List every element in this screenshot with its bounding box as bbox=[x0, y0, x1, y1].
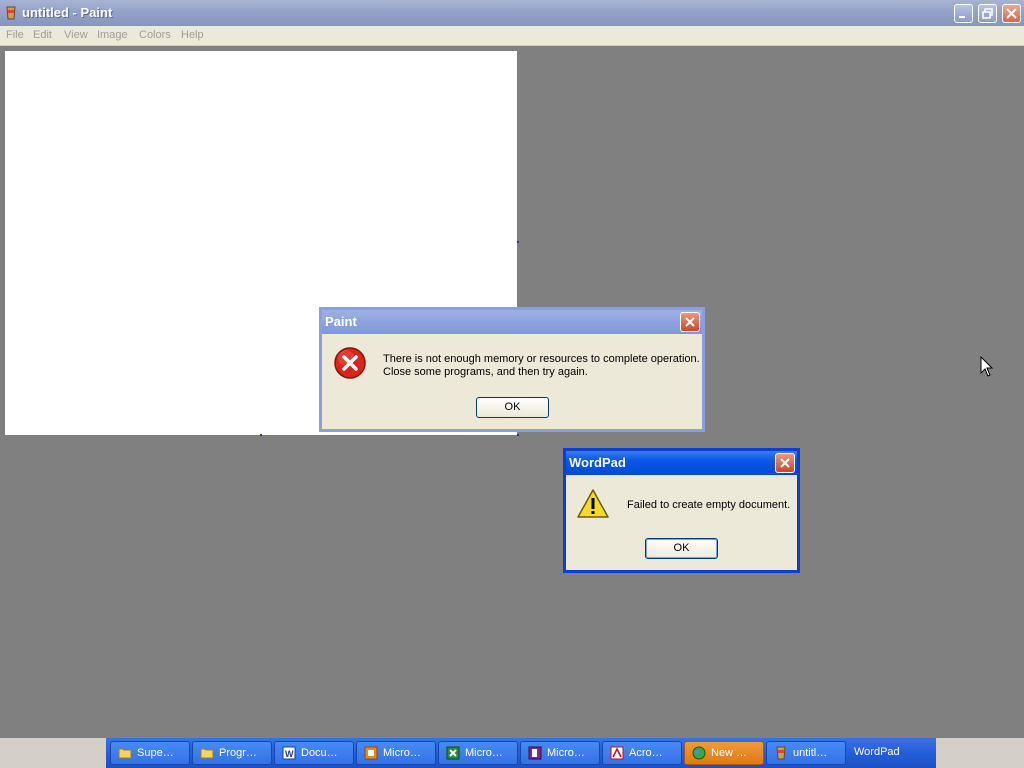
canvas-resize-handle-corner[interactable] bbox=[517, 434, 519, 436]
error-icon bbox=[334, 347, 366, 379]
dialog-titlebar[interactable]: WordPad bbox=[566, 451, 797, 475]
paint-app-icon bbox=[6, 6, 16, 20]
dialog-title: WordPad bbox=[569, 455, 626, 470]
warning-icon bbox=[577, 489, 609, 518]
folder-icon bbox=[118, 748, 132, 759]
menu-colors[interactable]: Colors bbox=[139, 29, 171, 41]
dialog-message: Failed to create empty document. bbox=[627, 499, 791, 511]
taskbar-item[interactable]: New … bbox=[684, 741, 764, 765]
taskbar-buttons: Supe… Progr… W Docu… Micro… Micro… Micro… bbox=[106, 738, 936, 768]
taskbar: Supe… Progr… W Docu… Micro… Micro… Micro… bbox=[0, 738, 1024, 768]
dialog-message-line2: Close some programs, and then try again. bbox=[383, 366, 588, 378]
paint-error-dialog: Paint There is not enough memory or reso… bbox=[319, 307, 705, 432]
taskbar-item[interactable]: Micro… bbox=[520, 741, 600, 765]
taskbar-item[interactable]: Acro… bbox=[602, 741, 682, 765]
close-icon bbox=[1006, 8, 1017, 19]
dialog-close-button[interactable] bbox=[775, 453, 795, 473]
minimize-icon bbox=[959, 16, 965, 18]
svg-text:W: W bbox=[285, 749, 294, 759]
dialog-message-line1: There is not enough memory or resources … bbox=[383, 353, 700, 365]
canvas-resize-handle-right[interactable] bbox=[517, 241, 519, 243]
dialog-close-button[interactable] bbox=[680, 312, 700, 332]
taskbar-item[interactable]: Supe… bbox=[110, 741, 190, 765]
mouse-cursor-icon bbox=[980, 356, 994, 377]
window-titlebar[interactable]: untitled - Paint bbox=[0, 0, 1024, 26]
menu-help[interactable]: Help bbox=[181, 29, 204, 41]
wordpad-warning-dialog: WordPad Failed to create empty document.… bbox=[563, 448, 800, 573]
close-icon bbox=[685, 317, 695, 327]
taskbar-item[interactable]: Micro… bbox=[356, 741, 436, 765]
menu-view[interactable]: View bbox=[64, 29, 88, 41]
menu-edit[interactable]: Edit bbox=[33, 29, 52, 41]
dialog-title: Paint bbox=[325, 314, 357, 329]
taskbar-item[interactable]: W Docu… bbox=[274, 741, 354, 765]
close-icon bbox=[780, 458, 790, 468]
menu-file[interactable]: File bbox=[6, 29, 24, 41]
restore-button[interactable] bbox=[978, 4, 997, 23]
ok-button[interactable]: OK bbox=[645, 538, 718, 559]
canvas-resize-handle-bottom[interactable] bbox=[260, 434, 262, 436]
taskbar-item[interactable]: untitl… bbox=[766, 741, 846, 765]
publisher-icon bbox=[528, 746, 542, 760]
menu-image[interactable]: Image bbox=[97, 29, 128, 41]
powerpoint-icon bbox=[364, 746, 378, 760]
close-button[interactable] bbox=[1002, 4, 1021, 23]
ok-button[interactable]: OK bbox=[476, 397, 549, 418]
excel-icon bbox=[446, 746, 460, 760]
taskbar-item[interactable]: Micro… bbox=[438, 741, 518, 765]
acrobat-icon bbox=[610, 746, 624, 760]
restore-icon bbox=[982, 8, 993, 19]
menu-bar: File Edit View Image Colors Help bbox=[0, 26, 1024, 46]
word-icon: W bbox=[282, 746, 296, 760]
taskbar-item[interactable]: WordPad bbox=[852, 741, 932, 765]
messenger-icon bbox=[692, 746, 706, 760]
taskbar-item[interactable]: Progr… bbox=[192, 741, 272, 765]
window-title: untitled - Paint bbox=[22, 5, 113, 20]
dialog-titlebar[interactable]: Paint bbox=[322, 310, 702, 334]
minimize-button[interactable] bbox=[954, 4, 973, 23]
paint-icon bbox=[776, 746, 786, 760]
folder-icon bbox=[200, 748, 214, 759]
